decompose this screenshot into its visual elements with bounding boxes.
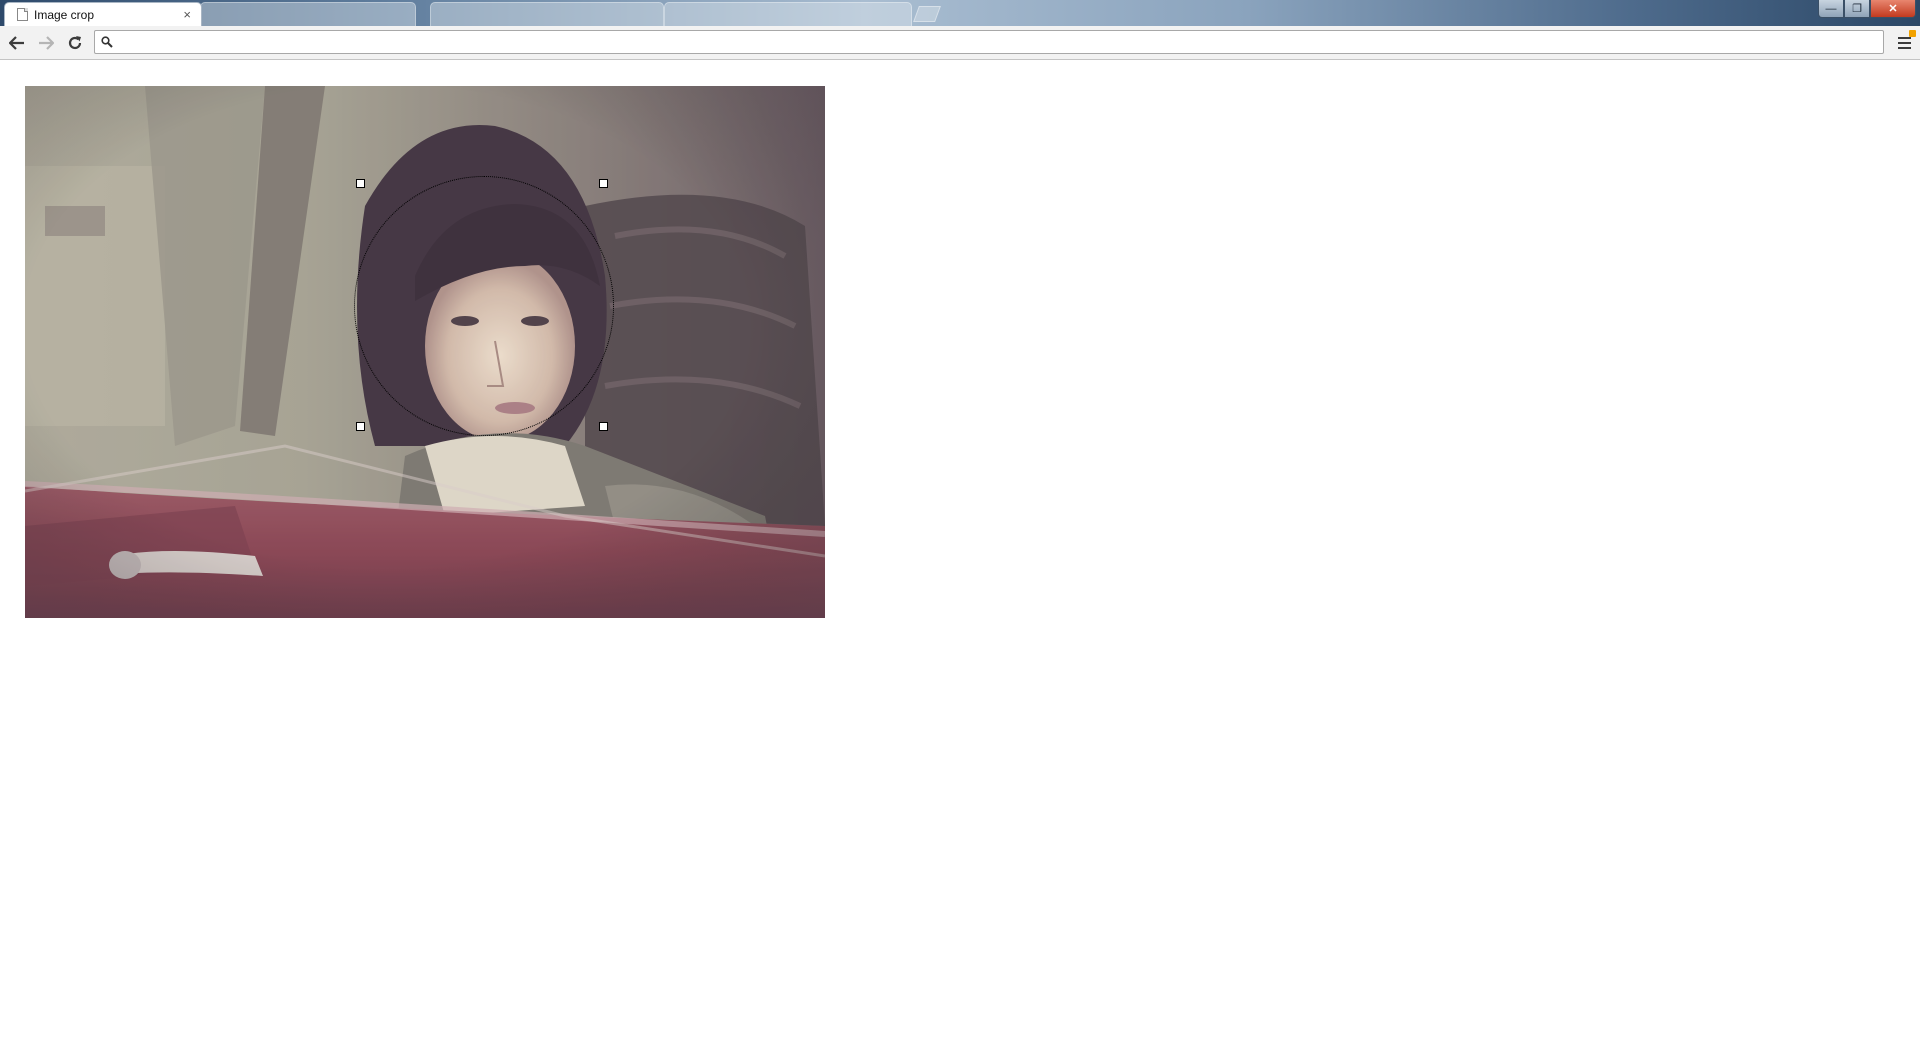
reload-button[interactable] [63,32,87,54]
menu-bar [1898,42,1911,44]
crop-handle-bottom-left[interactable] [356,422,365,431]
crop-image-container [25,86,825,618]
update-badge [1909,30,1916,37]
search-icon [95,36,119,48]
forward-arrow-icon [39,36,54,50]
crop-selection-circle[interactable] [354,176,614,436]
tab-title: Image crop [34,7,95,22]
crop-handle-top-left[interactable] [356,179,365,188]
menu-bar [1898,37,1911,39]
close-window-button[interactable]: ✕ [1870,0,1916,18]
window-controls: — ❐ ✕ [1818,0,1916,18]
close-tab-icon[interactable]: × [183,7,191,22]
browser-toolbar [0,26,1920,60]
address-input[interactable] [119,31,1883,53]
background-tab[interactable] [430,2,664,26]
forward-button[interactable] [34,32,58,54]
reload-icon [68,36,82,50]
back-arrow-icon [9,36,24,50]
tab-strip: Image crop × — ❐ ✕ [0,0,1920,26]
crop-handle-top-right[interactable] [599,179,608,188]
minimize-button[interactable]: — [1818,0,1844,18]
maximize-button[interactable]: ❐ [1844,0,1870,18]
tab-image-crop[interactable]: Image crop × [4,2,202,26]
browser-menu-button[interactable] [1894,30,1916,54]
background-tab[interactable] [664,2,912,26]
menu-bar [1898,47,1911,49]
background-tab[interactable] [200,2,416,26]
new-tab-button[interactable] [913,6,941,22]
crop-handle-bottom-right[interactable] [599,422,608,431]
back-button[interactable] [5,32,29,54]
page-icon [17,8,28,21]
page-content [0,60,1920,1040]
address-bar[interactable] [94,30,1884,54]
